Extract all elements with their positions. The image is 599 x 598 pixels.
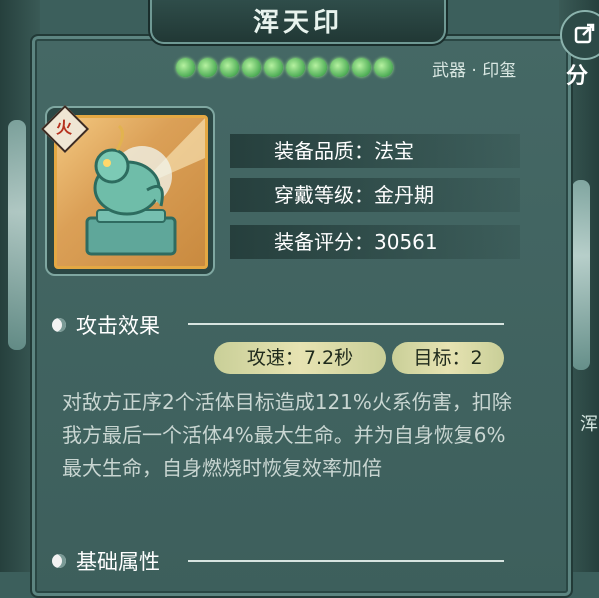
section-divider bbox=[188, 323, 504, 325]
attack-section-heading: 攻击效果 bbox=[52, 310, 160, 340]
star-icon bbox=[308, 58, 327, 77]
level-row: 穿戴等级：金丹期 bbox=[230, 178, 520, 212]
quality-row: 装备品质：法宝 bbox=[230, 134, 520, 168]
star-rating bbox=[176, 58, 393, 77]
star-icon bbox=[176, 58, 195, 77]
item-type: 武器 · 印玺 bbox=[432, 61, 517, 81]
section-bullet-icon bbox=[52, 554, 66, 568]
star-icon bbox=[352, 58, 371, 77]
star-icon bbox=[198, 58, 217, 77]
target-count-pill: 目标：2 bbox=[392, 342, 504, 374]
attack-speed-pill: 攻速：7.2秒 bbox=[214, 342, 386, 374]
title-plate: 浑天印 bbox=[150, 0, 446, 44]
right-tassel bbox=[572, 180, 590, 370]
star-icon bbox=[374, 58, 393, 77]
score-row: 装备评分：30561 bbox=[230, 225, 520, 259]
share-icon bbox=[573, 21, 597, 49]
star-icon bbox=[330, 58, 349, 77]
attack-heading-text: 攻击效果 bbox=[76, 314, 160, 338]
side-text-right: 浑 bbox=[580, 414, 598, 435]
section-divider bbox=[188, 560, 504, 562]
page-title: 浑天印 bbox=[252, 8, 343, 38]
star-icon bbox=[242, 58, 261, 77]
star-icon bbox=[220, 58, 239, 77]
star-icon bbox=[264, 58, 283, 77]
attack-description: 对敌方正序2个活体目标造成121%火系伤害，扣除我方最后一个活体4%最大生命。并… bbox=[62, 390, 512, 480]
element-label: 火 bbox=[55, 118, 72, 137]
star-icon bbox=[286, 58, 305, 77]
share-label[interactable]: 分 bbox=[566, 58, 588, 90]
left-tassel bbox=[8, 120, 26, 350]
section-bullet-icon bbox=[52, 318, 66, 332]
